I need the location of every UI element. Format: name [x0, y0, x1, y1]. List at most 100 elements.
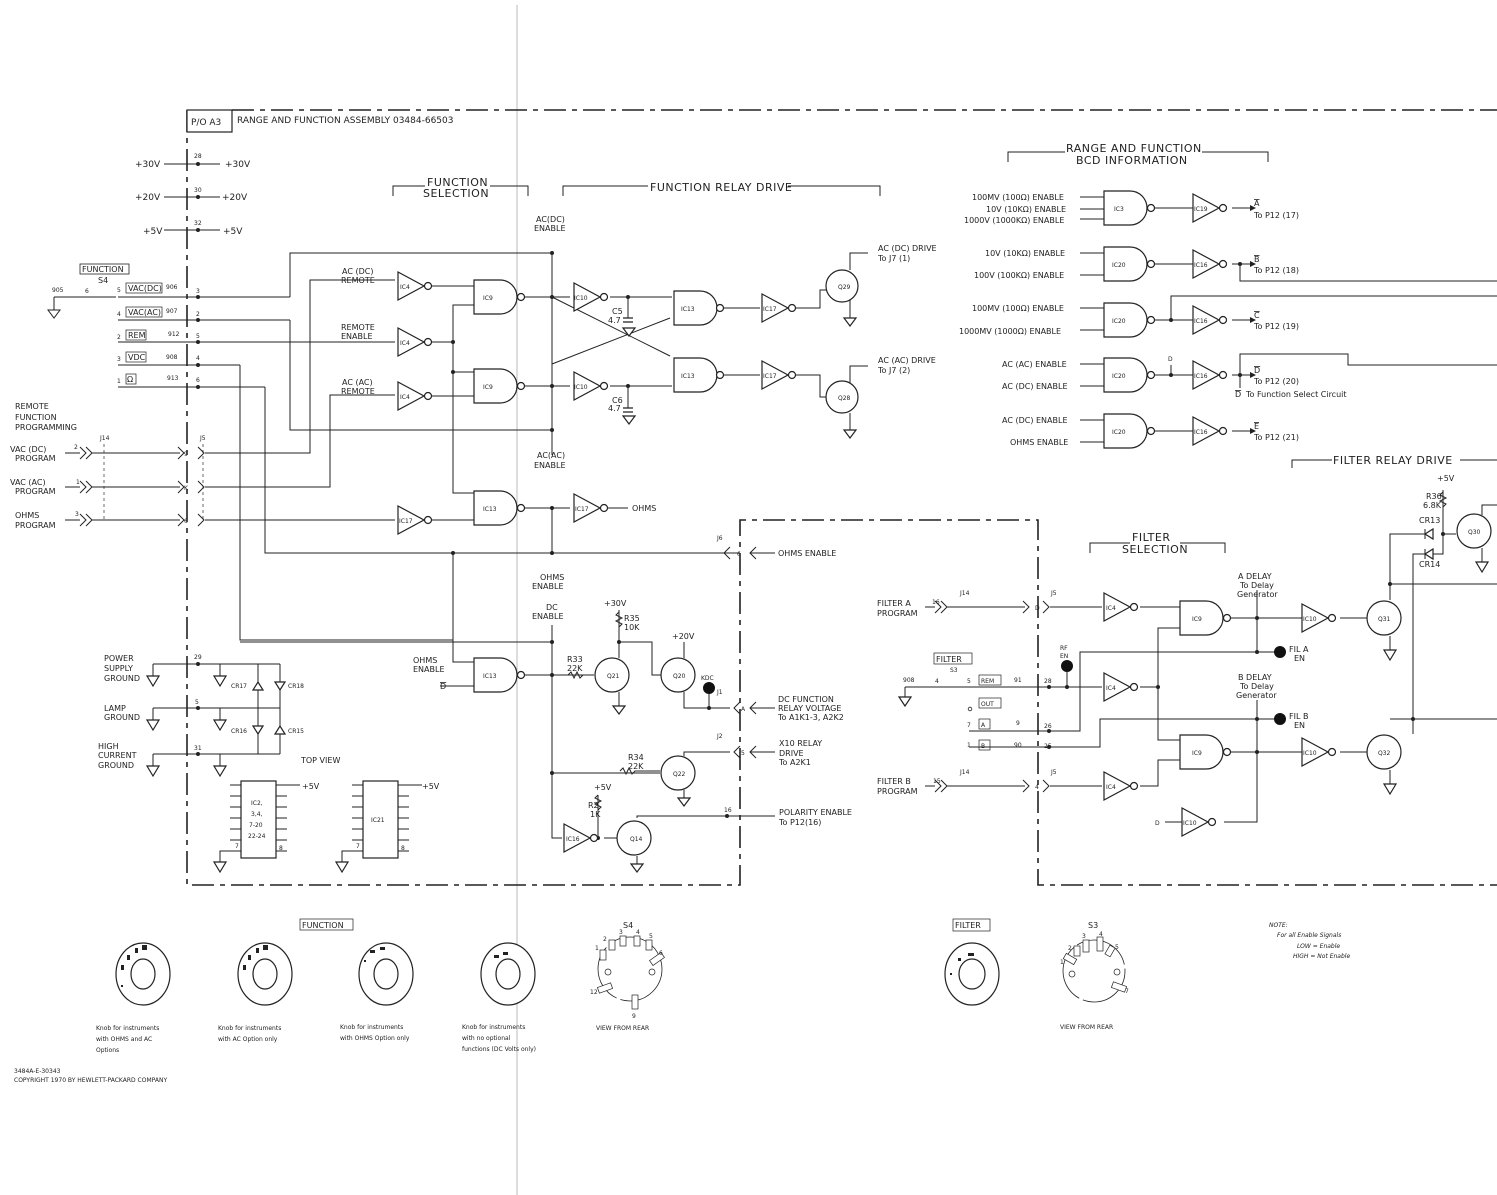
s4-rear-pin-12: 12: [590, 989, 598, 996]
assembly-title: RANGE AND FUNCTION ASSEMBLY 03484-66503: [237, 116, 453, 126]
bcd-d-function-select: To Function Select Circuit: [1245, 390, 1347, 399]
x10-relay-3: To A2K1: [778, 758, 811, 767]
s3-wire-a: 9: [1016, 720, 1020, 727]
ic4-c: IC4: [400, 394, 410, 401]
filter-switch-ref: S3: [950, 667, 958, 674]
bcd-c-in1: 100MV (100Ω) ENABLE: [972, 304, 1064, 313]
bcd-a-in1: 100MV (100Ω) ENABLE: [972, 193, 1064, 202]
s3-label-out: OUT: [981, 701, 994, 708]
filter-ic9-a: IC9: [1192, 616, 1202, 623]
s3-view-from-rear: VIEW FROM REAR: [1060, 1024, 1113, 1031]
ic10-a: IC10: [574, 295, 588, 302]
b-delay-2: To Delay: [1239, 682, 1274, 691]
power-supply-ground-2: SUPPLY: [104, 664, 133, 673]
pin-a-label: A: [741, 706, 746, 713]
a-delay-1: A DELAY: [1238, 572, 1272, 581]
dc-logic-wires: [240, 551, 775, 864]
rail-20v-left: +20V: [135, 193, 161, 203]
bcd-a-inv: IC19: [1194, 206, 1208, 213]
bcd-b-in2: 100V (100KΩ) ENABLE: [974, 271, 1064, 280]
s3-pin-rem: 5: [967, 678, 971, 685]
filter-j5-a: J5: [1050, 590, 1057, 597]
filter-relay-drive-title: FILTER RELAY DRIVE: [1333, 454, 1453, 467]
bcd-b-gate: IC20: [1112, 262, 1126, 269]
filter-ic4-c: IC4: [1106, 784, 1116, 791]
high-current-ground-3: GROUND: [98, 761, 134, 770]
filter-knob-label: FILTER: [955, 921, 981, 930]
s4-pin-vdc: 3: [117, 356, 121, 363]
bcd-e-bit: E: [1254, 422, 1259, 431]
s4-label-ohm: Ω: [127, 375, 133, 384]
filter-b-conn: 4: [1035, 784, 1039, 791]
s4-rear-pin-6: 6: [659, 950, 663, 957]
q22-label: Q22: [673, 771, 686, 778]
high-current-ground-1: HIGH: [98, 742, 119, 751]
knob2-caption-2: with AC Option only: [218, 1036, 278, 1043]
dc-logic-parts: [473, 611, 775, 873]
remote-enable-2: ENABLE: [341, 332, 373, 341]
cr15-label: CR15: [288, 728, 304, 735]
ac-ac-remote-2: REMOTE: [341, 387, 375, 396]
knob1-caption-1: Knob for instruments: [96, 1025, 159, 1032]
ac-ac-drive-2: To J7 (2): [877, 366, 910, 375]
remote-enable-1: REMOTE: [341, 323, 375, 332]
dc-ohms-enable-1: OHMS: [413, 656, 437, 665]
bcd-c-inv: IC16: [1194, 318, 1208, 325]
dc-function-3: To A1K1-3, A2K2: [777, 713, 844, 722]
s3-rear-pin-3: 3: [1082, 933, 1086, 940]
j1-label: J1: [716, 689, 723, 696]
ac-dc-enable-2: ENABLE: [534, 224, 566, 233]
c5-value: 4.7: [608, 316, 621, 325]
bcd-e-in2: OHMS ENABLE: [1010, 438, 1068, 447]
filter-wires: [897, 490, 1497, 823]
bcd-a-in2: 10V (10KΩ) ENABLE: [986, 205, 1066, 214]
ic13-a: IC13: [681, 306, 695, 313]
bcd-d-bar: D: [1235, 390, 1241, 399]
ohms-program-2: PROGRAM: [15, 521, 56, 530]
s3-rear-pin-2: 2: [1068, 945, 1072, 952]
r34-ref: R34: [628, 753, 644, 762]
pkg1-line2: 3,4,: [251, 811, 263, 818]
ground-pin-5: 5: [195, 699, 199, 706]
ac-ac-drive-1: AC (AC) DRIVE: [878, 356, 936, 365]
r33-ref: R33: [567, 655, 583, 664]
x10-relay-1: X10 RELAY: [779, 739, 822, 748]
q21-label: Q21: [607, 673, 620, 680]
cr14-label: CR14: [1419, 560, 1440, 569]
a-delay-3: Generator: [1237, 590, 1278, 599]
pin-5-label: 5: [741, 750, 745, 757]
bcd-a-bit: A: [1254, 199, 1260, 208]
filter-ic10-c: IC10: [1183, 820, 1197, 827]
s4-rear-pin-5: 5: [649, 933, 653, 940]
ac-ac-remote-1: AC (AC): [342, 378, 373, 387]
note-line-3: HIGH = Not Enable: [1293, 953, 1350, 960]
s4-conn-vdc: 4: [196, 355, 200, 362]
knob3-caption-2: with OHMS Option only: [340, 1035, 410, 1042]
filter-ic9-b: IC9: [1192, 750, 1202, 757]
cr18-label: CR18: [288, 683, 304, 690]
cr13-label: CR13: [1419, 516, 1440, 525]
j14-label: J14: [99, 435, 110, 442]
bcd-d-in1: AC (AC) ENABLE: [1002, 360, 1067, 369]
s4-wire-vacac: 907: [166, 308, 178, 315]
r35-value: 10K: [624, 623, 640, 632]
copyright: COPYRIGHT 1970 BY HEWLETT-PACKARD COMPAN…: [14, 1077, 167, 1084]
fil-a-en-2: EN: [1294, 654, 1305, 663]
polarity-enable-1: POLARITY ENABLE: [779, 808, 852, 817]
s3-conn-b: 25: [1044, 743, 1052, 750]
kdc-label: KDC: [701, 675, 714, 682]
x10-relay-2: DRIVE: [779, 749, 804, 758]
bcd-d-gate: IC20: [1112, 373, 1126, 380]
pkg2-pin7: 7: [356, 843, 360, 850]
bcd-d-node: D: [1168, 356, 1173, 363]
vacdc-program-pin: 2: [74, 444, 78, 451]
ic17-d: IC17: [575, 506, 589, 513]
pkg1-pin8: 8: [279, 845, 283, 852]
bcd-title-2: BCD INFORMATION: [1076, 154, 1188, 167]
s3-rear-pin-5: 5: [1115, 944, 1119, 951]
s3-conn-rem: 28: [1044, 678, 1052, 685]
power-supply-ground-3: GROUND: [104, 674, 140, 683]
plus30-q21: +30V: [604, 599, 627, 608]
b-delay-3: Generator: [1236, 691, 1277, 700]
a-delay-2: To Delay: [1239, 581, 1274, 590]
